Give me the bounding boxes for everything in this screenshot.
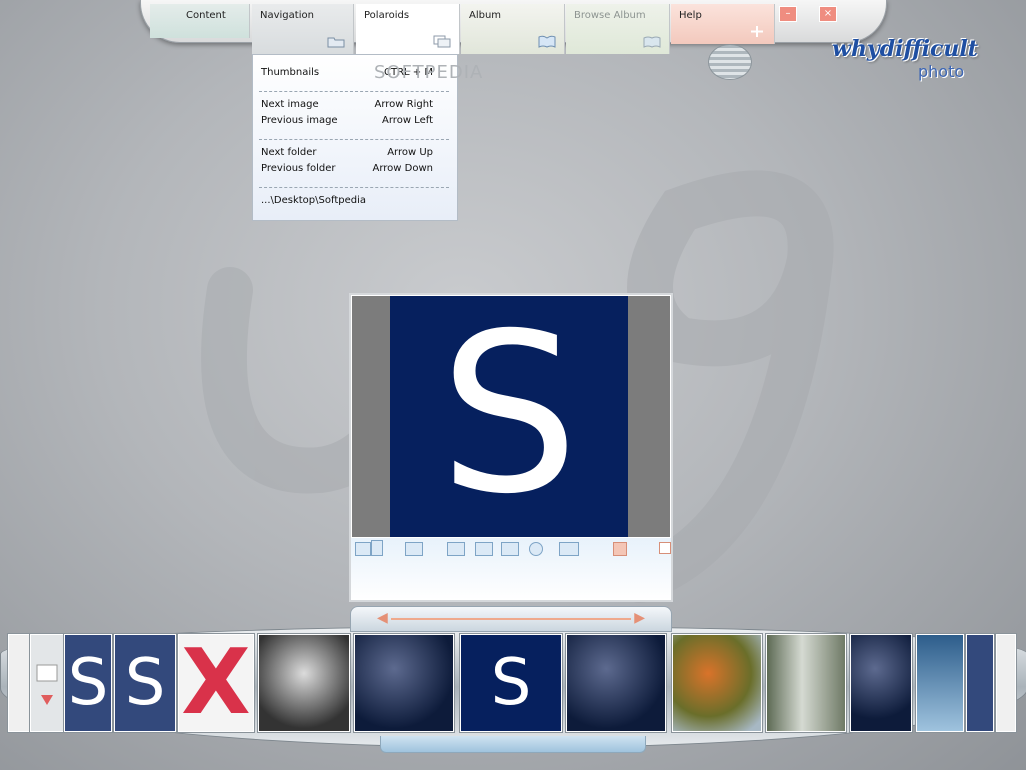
menu-item-label: Previous image: [261, 115, 338, 126]
filmstrip-thumb-2[interactable]: S: [114, 634, 176, 732]
menu-item-shortcut: Arrow Right: [374, 99, 433, 110]
book-icon: [538, 35, 556, 48]
menu-item-label: Next image: [261, 99, 319, 110]
folder-icon: [327, 37, 345, 48]
brand-name: whydifficult: [832, 36, 978, 62]
menu-divider: [259, 187, 449, 188]
filmstrip-bottom-handle[interactable]: [380, 736, 646, 753]
brand-sub: photo: [918, 62, 965, 81]
tab-help-label: Help: [679, 10, 702, 21]
thumb-letter: X: [181, 634, 251, 732]
filmstrip-thumb-11[interactable]: [916, 634, 964, 732]
current-photo[interactable]: S: [352, 296, 670, 537]
filmstrip-thumb-9[interactable]: [766, 634, 846, 732]
filmstrip-thumb-5[interactable]: [354, 634, 454, 732]
brand-logo: whydifficult photo: [832, 36, 997, 81]
browse-album-icon: [643, 36, 661, 48]
close-button[interactable]: ×: [819, 6, 837, 22]
view-portrait-icon[interactable]: [371, 540, 383, 556]
tab-content[interactable]: Content: [150, 4, 250, 38]
polaroids-icon: [433, 35, 451, 48]
filmstrip-thumb-8[interactable]: [672, 634, 762, 732]
trash-icon[interactable]: [613, 542, 627, 556]
tab-browse-album[interactable]: Browse Album: [566, 4, 670, 54]
view-small-icon[interactable]: [355, 542, 371, 556]
folder-icon[interactable]: [475, 542, 493, 556]
scroll-track[interactable]: [391, 618, 631, 620]
menu-divider: [259, 139, 449, 140]
menu-item-shortcut: Arrow Left: [382, 115, 433, 126]
photo-letter: S: [439, 286, 579, 542]
globe-icon[interactable]: [529, 542, 543, 556]
menu-divider: [259, 91, 449, 92]
menu-item-current-path[interactable]: ...\Desktop\Softpedia: [261, 195, 433, 209]
menu-item-previous-folder[interactable]: Previous folder Arrow Down: [261, 163, 433, 177]
photo-blue-area: S: [390, 296, 628, 537]
folder-up-icon: [36, 664, 58, 705]
menu-item-next-folder[interactable]: Next folder Arrow Up: [261, 147, 433, 161]
tab-navigation-label: Navigation: [260, 10, 314, 21]
tab-polaroids[interactable]: Polaroids: [356, 4, 460, 54]
close-icon[interactable]: [659, 542, 671, 554]
thumb-letter: S: [67, 646, 109, 720]
tab-browse-album-label: Browse Album: [574, 10, 646, 21]
album-book-icon[interactable]: [447, 542, 465, 556]
filmstrip-thumb-4[interactable]: [258, 634, 350, 732]
menu-item-previous-image[interactable]: Previous image Arrow Left: [261, 115, 433, 129]
filmstrip-thumb-3[interactable]: X: [178, 634, 254, 732]
menu-handle-knob[interactable]: [708, 44, 752, 80]
filmstrip-edge: [8, 634, 30, 732]
menu-item-label: Previous folder: [261, 163, 336, 174]
filmstrip-thumb-folder-up[interactable]: [30, 634, 64, 732]
filmstrip-thumb-12[interactable]: [966, 634, 994, 732]
menu-item-label: Thumbnails: [261, 67, 320, 78]
filmstrip-thumb-1[interactable]: S: [64, 634, 112, 732]
thumb-letter: S: [124, 646, 166, 720]
tab-album-label: Album: [469, 10, 502, 21]
menu-item-label: ...\Desktop\Softpedia: [261, 195, 366, 206]
menu-item-shortcut: Arrow Down: [372, 163, 433, 174]
menu-item-label: Next folder: [261, 147, 317, 158]
menu-item-shortcut: Arrow Up: [387, 147, 433, 158]
tab-polaroids-label: Polaroids: [364, 10, 410, 21]
scroll-left-arrow-icon[interactable]: ◀: [377, 610, 388, 626]
thumb-letter: S: [490, 646, 532, 720]
softpedia-watermark-text: SOFTPEDIA: [374, 62, 484, 83]
filmstrip-thumb-10[interactable]: [850, 634, 912, 732]
filmstrip-edge: [996, 634, 1016, 732]
scroll-right-arrow-icon[interactable]: ▶: [634, 610, 645, 626]
filmstrip-scroll-bar: ◀ ▶: [350, 606, 672, 632]
minimize-button[interactable]: –: [779, 6, 797, 22]
filmstrip-thumb-current[interactable]: S: [460, 634, 562, 732]
tab-navigation[interactable]: Navigation: [252, 4, 354, 54]
viewer-toolbar: [351, 538, 671, 600]
menu-item-next-image[interactable]: Next image Arrow Right: [261, 99, 433, 113]
tab-album[interactable]: Album: [461, 4, 565, 54]
printer-icon[interactable]: [559, 542, 579, 556]
polaroid-viewer: S: [349, 293, 673, 602]
tab-help[interactable]: Help: [671, 4, 775, 44]
plus-icon: [751, 26, 763, 37]
tab-content-label: Content: [186, 10, 226, 21]
resize-icon[interactable]: [405, 542, 423, 556]
filmstrip-thumb-7[interactable]: [566, 634, 666, 732]
camera-icon[interactable]: [501, 542, 519, 556]
